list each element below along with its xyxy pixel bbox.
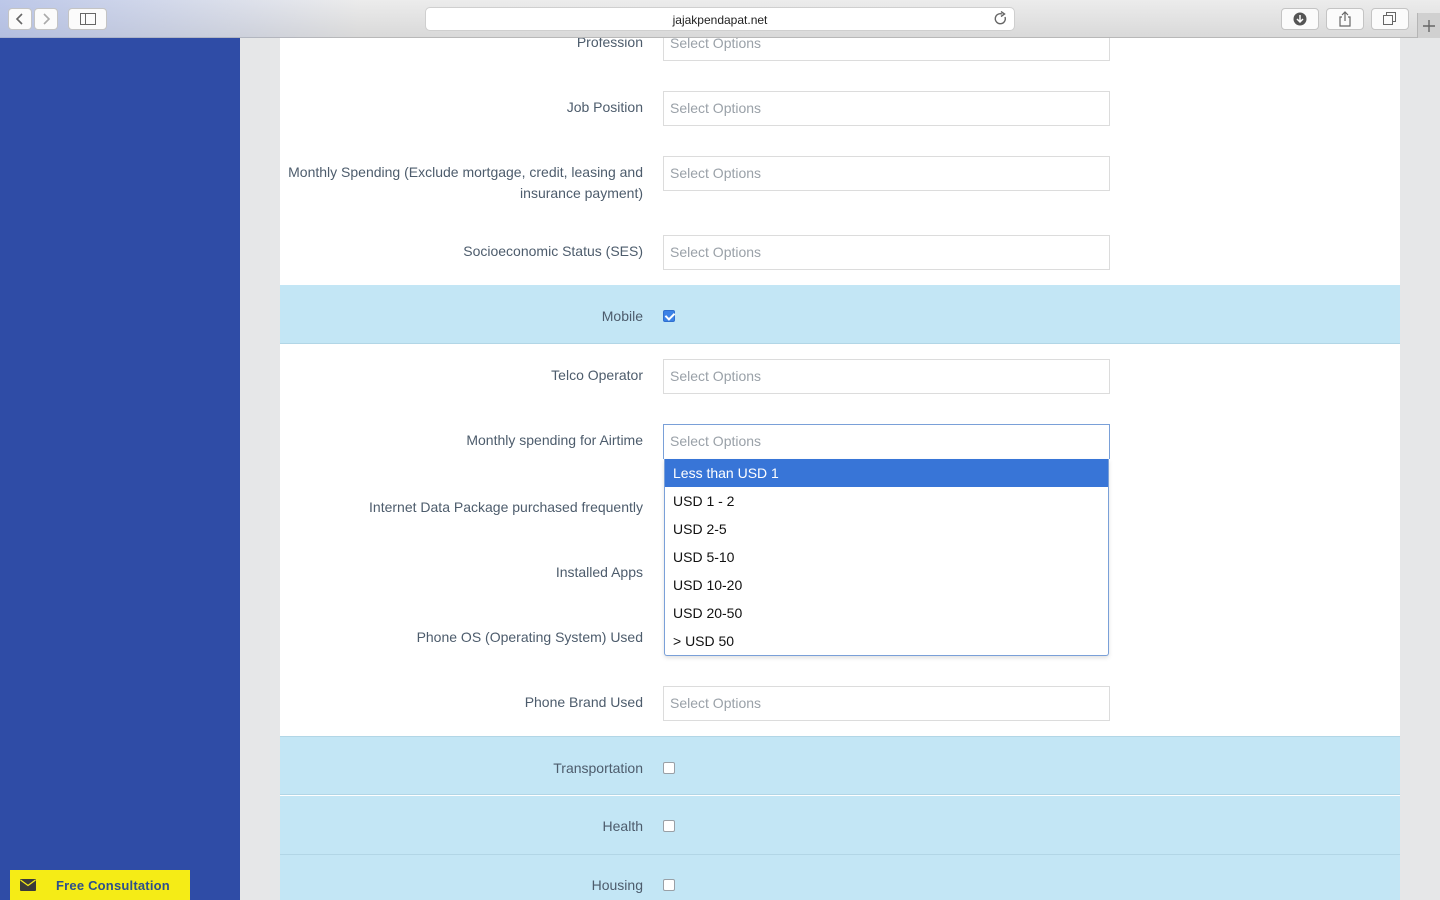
sidebar-toggle-button[interactable] — [68, 8, 107, 30]
free-consultation-label: Free Consultation — [56, 877, 170, 893]
forward-button[interactable] — [34, 8, 58, 30]
plus-icon — [1423, 19, 1435, 32]
job-position-select[interactable]: Select Options — [663, 91, 1110, 126]
airtime-label: Monthly spending for Airtime — [466, 432, 643, 448]
airtime-option[interactable]: USD 1 - 2 — [665, 487, 1108, 515]
ses-select[interactable]: Select Options — [663, 235, 1110, 270]
chevron-right-icon — [43, 13, 51, 25]
mobile-label: Mobile — [601, 308, 643, 324]
profession-label: Profession — [576, 38, 643, 50]
telco-operator-select[interactable]: Select Options — [663, 359, 1110, 394]
share-icon — [1339, 11, 1351, 27]
profession-placeholder: Select Options — [670, 38, 762, 51]
housing-checkbox[interactable] — [663, 879, 675, 891]
health-label: Health — [602, 818, 643, 834]
telco-operator-label: Telco Operator — [551, 367, 643, 383]
airtime-select[interactable]: Select Options — [663, 424, 1110, 459]
airtime-option[interactable]: USD 2-5 — [665, 515, 1108, 543]
ses-placeholder: Select Options — [670, 244, 762, 260]
monthly-spending-label: Monthly Spending (Exclude mortgage, cred… — [283, 162, 643, 204]
installed-apps-label: Installed Apps — [555, 564, 643, 580]
job-position-placeholder: Select Options — [670, 100, 762, 116]
back-button[interactable] — [8, 8, 32, 30]
browser-toolbar: jajakpendapat.net — [0, 0, 1440, 38]
profession-select[interactable]: Select Options — [663, 38, 1110, 61]
envelope-icon — [10, 870, 46, 900]
airtime-placeholder: Select Options — [670, 433, 762, 449]
transportation-label: Transportation — [553, 760, 643, 776]
airtime-option[interactable]: USD 10-20 — [665, 571, 1108, 599]
mobile-checkbox[interactable] — [663, 310, 675, 322]
phone-brand-placeholder: Select Options — [670, 695, 762, 711]
health-checkbox[interactable] — [663, 820, 675, 832]
phone-os-label: Phone OS (Operating System) Used — [416, 629, 643, 645]
monthly-spending-label-line1: Monthly Spending (Exclude mortgage, cred… — [288, 164, 643, 180]
airtime-dropdown-list: Less than USD 1 USD 1 - 2 USD 2-5 USD 5-… — [664, 459, 1109, 656]
housing-section-row: Housing — [280, 855, 1400, 900]
transportation-section-row: Transportation — [280, 736, 1400, 795]
monthly-spending-label-line2: insurance payment) — [520, 185, 643, 201]
airtime-option[interactable]: > USD 50 — [665, 627, 1108, 655]
mobile-section-row: Mobile — [280, 285, 1400, 344]
address-bar[interactable]: jajakpendapat.net — [425, 7, 1015, 31]
tabs-button[interactable] — [1371, 8, 1409, 30]
chevron-left-icon — [15, 13, 23, 25]
download-icon — [1293, 12, 1307, 26]
job-position-label: Job Position — [566, 99, 643, 115]
share-button[interactable] — [1326, 8, 1364, 30]
health-section-row: Health — [280, 796, 1400, 855]
telco-operator-placeholder: Select Options — [670, 368, 762, 384]
sidebar-icon — [79, 13, 96, 25]
free-consultation-button[interactable]: Free Consultation — [10, 870, 190, 900]
airtime-option[interactable]: Less than USD 1 — [665, 459, 1108, 487]
transportation-checkbox[interactable] — [663, 762, 675, 774]
monthly-spending-placeholder: Select Options — [670, 165, 762, 181]
new-tab-button[interactable] — [1417, 13, 1440, 38]
monthly-spending-select[interactable]: Select Options — [663, 156, 1110, 191]
internet-package-label: Internet Data Package purchased frequent… — [369, 499, 643, 515]
tabs-overview-icon — [1383, 12, 1396, 25]
phone-brand-select[interactable]: Select Options — [663, 686, 1110, 721]
url-text: jajakpendapat.net — [672, 13, 768, 27]
ses-label: Socioeconomic Status (SES) — [463, 243, 643, 259]
airtime-option[interactable]: USD 20-50 — [665, 599, 1108, 627]
airtime-option[interactable]: USD 5-10 — [665, 543, 1108, 571]
left-sidebar — [0, 38, 240, 900]
filter-form: Profession Select Options Job Position S… — [280, 38, 1400, 900]
housing-label: Housing — [591, 877, 643, 893]
reload-icon[interactable] — [994, 11, 1008, 27]
downloads-button[interactable] — [1281, 8, 1319, 30]
phone-brand-label: Phone Brand Used — [524, 694, 643, 710]
